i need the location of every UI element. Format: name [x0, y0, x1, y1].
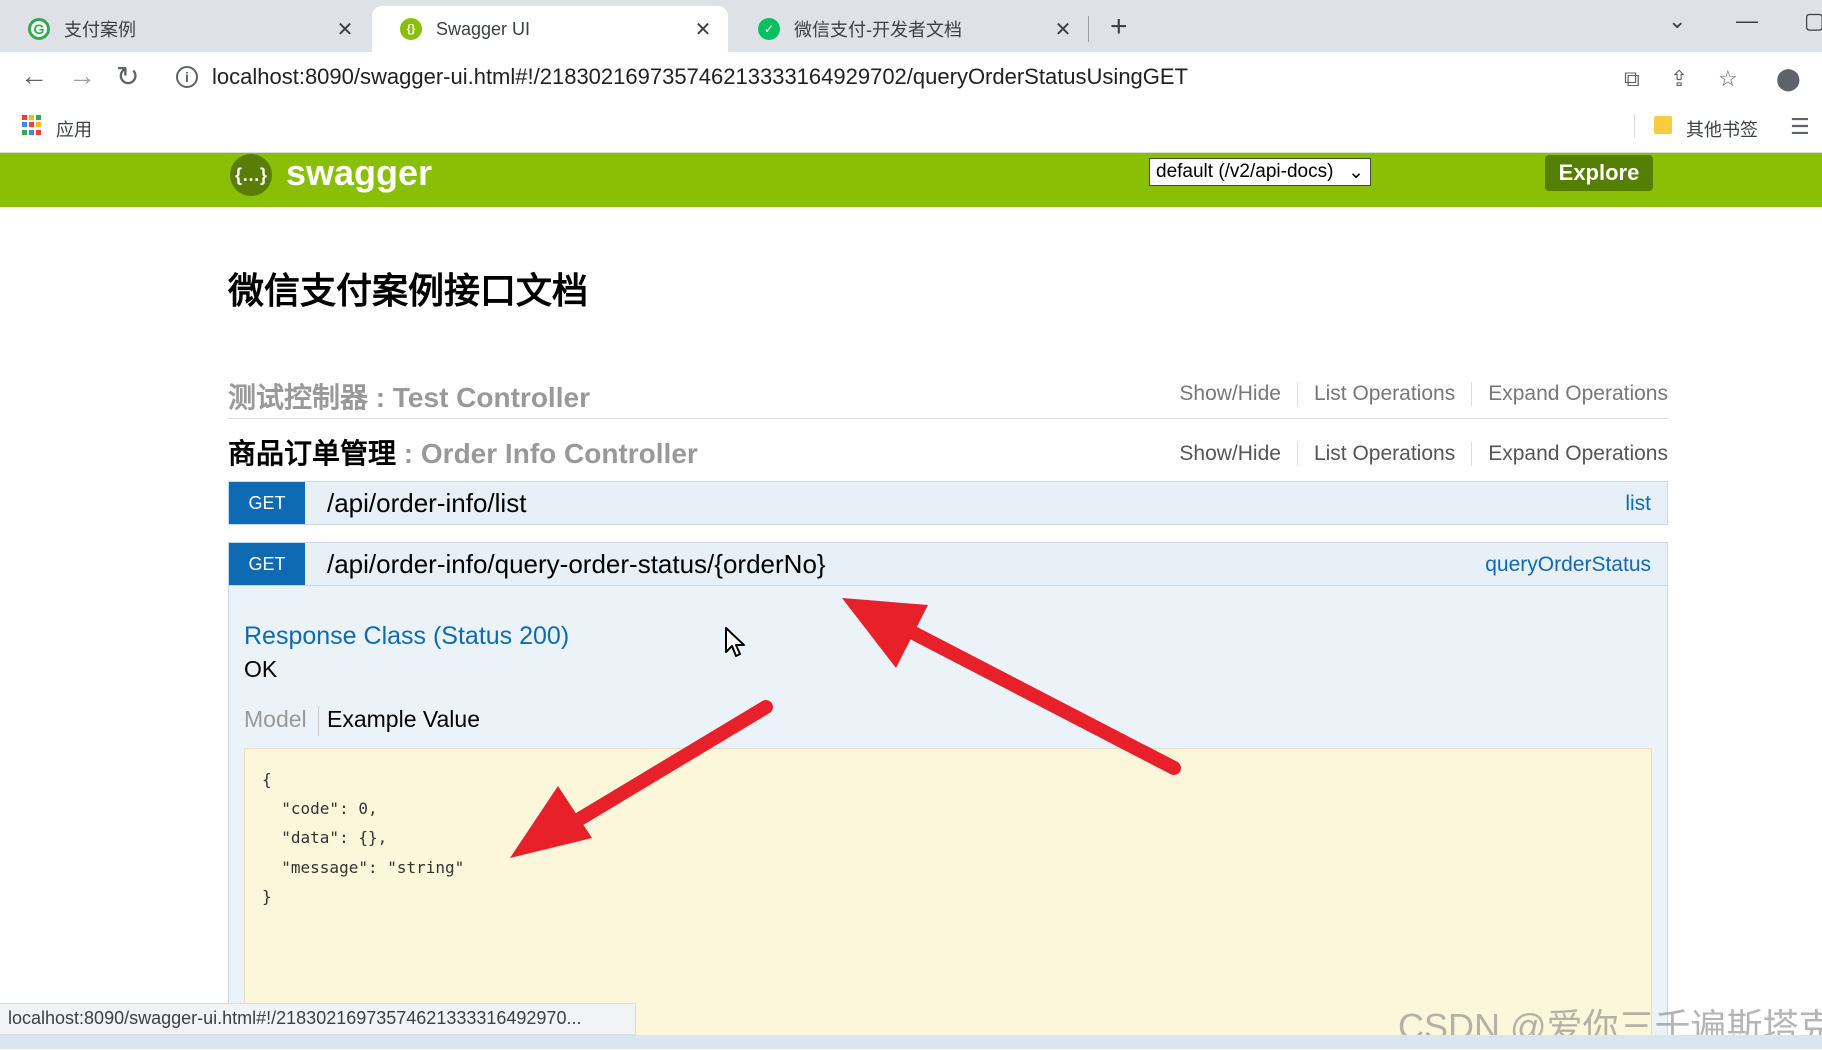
apps-grid-icon[interactable]: [22, 115, 42, 135]
swagger-title: swagger: [286, 152, 433, 193]
controller-name-en: Test Controller: [392, 382, 590, 413]
payment-favicon-icon: G: [28, 18, 50, 40]
method-badge[interactable]: GET: [229, 482, 305, 524]
mouse-cursor-icon: [725, 627, 745, 657]
folder-icon: [1654, 116, 1672, 134]
site-info-icon[interactable]: i: [176, 66, 198, 88]
reading-list-icon[interactable]: ☰: [1790, 114, 1810, 140]
tab-search-chevron-icon[interactable]: ⌄: [1668, 8, 1686, 34]
controller-order-info: 商品订单管理 : Order Info Controller Show/Hide…: [228, 424, 1668, 484]
wechat-favicon-icon: ✓: [758, 18, 780, 40]
code-line: "data": {},: [262, 828, 388, 847]
swagger-logo-icon: {…}: [230, 154, 272, 196]
tab-wechat-pay-docs[interactable]: ✓ 微信支付-开发者文档 ✕: [730, 6, 1088, 52]
operation-list[interactable]: GET /api/order-info/list list: [228, 481, 1668, 525]
tab-divider: [1088, 16, 1089, 42]
status-bar-url: localhost:8090/swagger-ui.html#!/2183021…: [0, 1003, 636, 1035]
tab-payment-demo[interactable]: G 支付案例 ✕: [0, 6, 370, 52]
chevron-down-icon: ⌄: [1348, 161, 1364, 183]
apps-bookmark[interactable]: 应用: [56, 116, 92, 142]
operation-path[interactable]: /api/order-info/list: [327, 488, 526, 519]
response-status-text: OK: [244, 656, 278, 682]
close-icon[interactable]: ✕: [1052, 17, 1074, 42]
operation-nickname[interactable]: list: [1625, 492, 1651, 516]
os-taskbar: [0, 1035, 1822, 1049]
bookmarks-bar: [0, 104, 1822, 153]
code-line: "message": "string": [262, 858, 465, 877]
profile-icon[interactable]: ⬤: [1776, 66, 1801, 92]
minimize-icon[interactable]: —: [1736, 8, 1758, 34]
controller-test: 测试控制器 : Test Controller Show/Hide List O…: [228, 362, 1668, 419]
maximize-icon[interactable]: ▢: [1804, 8, 1822, 34]
back-arrow-icon[interactable]: ←: [20, 60, 48, 92]
method-badge[interactable]: GET: [229, 543, 305, 585]
tab-divider: [318, 706, 319, 736]
translate-icon[interactable]: ⧉: [1624, 66, 1640, 92]
operation-nickname[interactable]: queryOrderStatus: [1485, 553, 1651, 577]
url-text[interactable]: localhost:8090/swagger-ui.html#!/2183021…: [212, 64, 1188, 90]
tab-title: 微信支付-开发者文档: [794, 20, 962, 40]
spec-select[interactable]: default (/v2/api-docs) ⌄: [1149, 158, 1371, 186]
code-line: }: [262, 887, 272, 906]
list-operations-link[interactable]: List Operations: [1298, 442, 1473, 466]
forward-arrow-icon[interactable]: →: [68, 60, 96, 92]
bookmark-star-icon[interactable]: ☆: [1718, 66, 1738, 92]
bookmark-divider: [1634, 114, 1635, 138]
operation-path[interactable]: /api/order-info/query-order-status/{orde…: [327, 549, 826, 580]
example-value-tab[interactable]: Example Value: [327, 706, 480, 733]
page-title: 微信支付案例接口文档: [228, 271, 589, 312]
expand-operations-link[interactable]: Expand Operations: [1472, 442, 1668, 466]
controller-name-en: Order Info Controller: [420, 438, 698, 469]
other-bookmarks[interactable]: 其他书签: [1686, 116, 1758, 142]
close-icon[interactable]: ✕: [692, 17, 714, 42]
list-operations-link[interactable]: List Operations: [1298, 382, 1473, 406]
new-tab-icon[interactable]: +: [1110, 10, 1128, 44]
show-hide-link[interactable]: Show/Hide: [1163, 382, 1298, 406]
tab-title: 支付案例: [64, 20, 136, 40]
controller-ops: Show/Hide List Operations Expand Operati…: [1163, 382, 1668, 406]
model-tab[interactable]: Model: [244, 706, 307, 733]
code-line: {: [262, 770, 272, 789]
swagger-favicon-icon: {}: [400, 18, 422, 40]
controller-name-cn: 商品订单管理: [228, 438, 397, 469]
reload-icon[interactable]: ↻: [116, 60, 139, 93]
controller-name[interactable]: 商品订单管理 : Order Info Controller: [228, 432, 698, 472]
explore-button[interactable]: Explore: [1545, 155, 1653, 191]
close-icon[interactable]: ✕: [334, 17, 356, 42]
code-line: "code": 0,: [262, 799, 378, 818]
response-class-title: Response Class (Status 200): [244, 622, 570, 650]
tab-title: Swagger UI: [436, 18, 531, 39]
tab-swagger-ui[interactable]: {} Swagger UI ✕: [372, 6, 728, 52]
controller-name-cn: 测试控制器: [228, 382, 369, 413]
controller-ops: Show/Hide List Operations Expand Operati…: [1163, 442, 1668, 466]
share-icon[interactable]: ⇪: [1670, 66, 1688, 92]
spec-select-value: default (/v2/api-docs): [1156, 161, 1334, 182]
show-hide-link[interactable]: Show/Hide: [1163, 442, 1298, 466]
expand-operations-link[interactable]: Expand Operations: [1472, 382, 1668, 406]
controller-name[interactable]: 测试控制器 : Test Controller: [228, 376, 590, 416]
operation-query-order-status[interactable]: GET /api/order-info/query-order-status/{…: [228, 542, 1668, 586]
